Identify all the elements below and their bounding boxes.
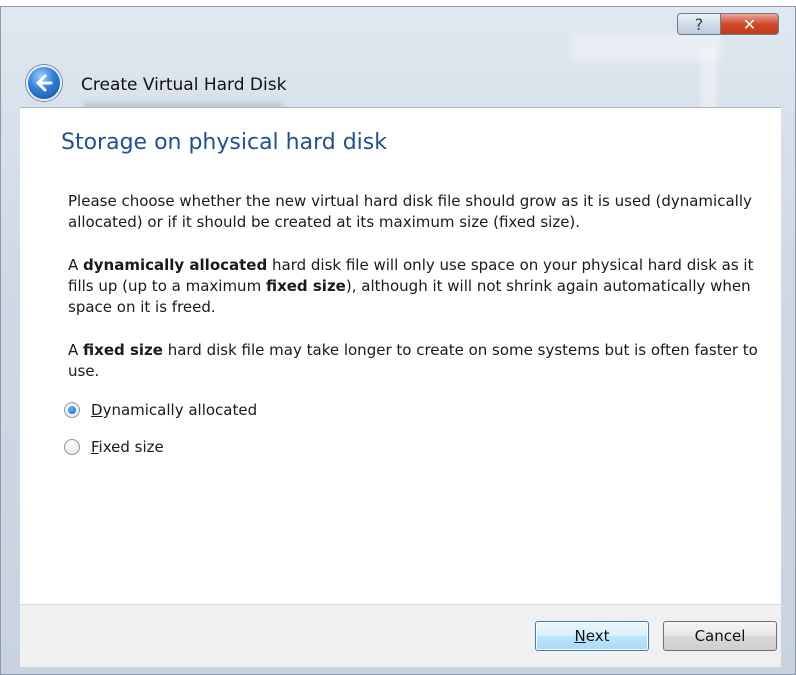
background-blur: [571, 32, 721, 62]
bold-term: fixed size: [265, 277, 346, 295]
radio-fixed-size[interactable]: Fixed size: [64, 436, 164, 458]
description-paragraph-1: Please choose whether the new virtual ha…: [68, 192, 752, 231]
radio-label-dynamic[interactable]: Dynamically allocated: [91, 401, 257, 419]
cancel-button[interactable]: Cancel: [663, 621, 777, 651]
text-run: hard disk file may take longer to create…: [68, 341, 758, 380]
close-icon: ✕: [742, 14, 757, 34]
button-bar: Next Cancel: [20, 604, 781, 667]
radio-button-unselected[interactable]: [64, 439, 80, 455]
description-paragraph-3: A fixed size hard disk file may take lon…: [68, 340, 773, 382]
next-button[interactable]: Next: [535, 621, 649, 651]
close-button[interactable]: ✕: [721, 13, 779, 35]
help-icon: ?: [694, 14, 704, 34]
caption-buttons: ? ✕: [677, 13, 779, 35]
radio-label-fixed[interactable]: Fixed size: [91, 438, 164, 456]
radio-dynamically-allocated[interactable]: Dynamically allocated: [64, 399, 257, 421]
radio-selected-dot: [68, 406, 76, 414]
back-arrow-icon: [36, 74, 53, 92]
description-paragraph-2: A dynamically allocated hard disk file w…: [68, 255, 773, 318]
bold-term: fixed size: [83, 341, 163, 359]
radio-button-selected[interactable]: [64, 402, 80, 418]
page-heading: Storage on physical hard disk: [61, 130, 387, 155]
cancel-button-label: Cancel: [694, 627, 746, 645]
screen: ? ✕ Create Virtual Hard Disk Storage on …: [0, 0, 796, 675]
help-button[interactable]: ?: [677, 13, 721, 35]
back-button[interactable]: [26, 65, 62, 101]
next-button-label: Next: [574, 627, 610, 645]
bold-term: dynamically allocated: [83, 256, 268, 274]
window-title: Create Virtual Hard Disk: [81, 75, 287, 95]
text-run: A: [68, 256, 84, 274]
text-run: A: [68, 341, 84, 359]
wizard-page: Storage on physical hard disk Please cho…: [20, 107, 781, 604]
